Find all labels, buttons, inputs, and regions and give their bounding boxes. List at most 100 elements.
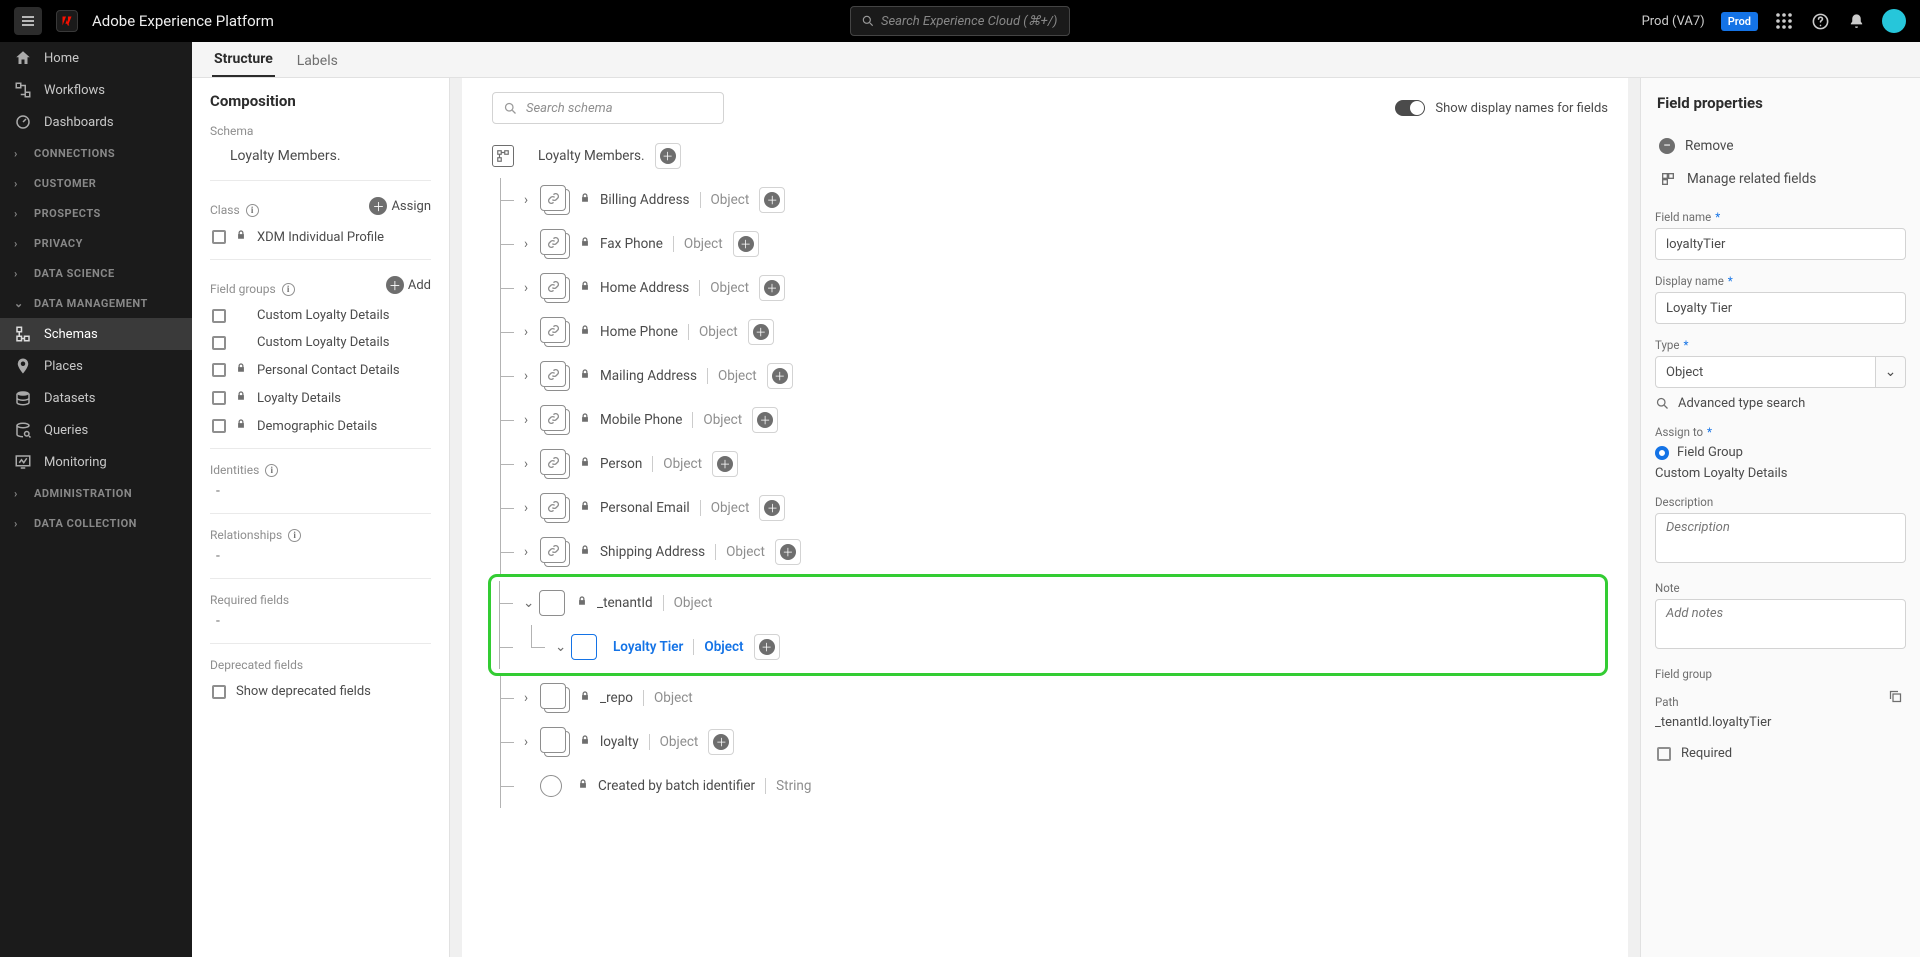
scrollbar[interactable] <box>450 78 462 957</box>
tree-node[interactable]: › Person Object ＋ <box>492 442 1608 486</box>
info-icon[interactable]: i <box>288 529 301 542</box>
chevron-down-icon[interactable]: ⌄ <box>555 639 565 655</box>
chevron-down-icon[interactable]: ⌄ <box>523 595 533 611</box>
class-row[interactable]: XDM Individual Profile <box>210 223 431 251</box>
tree-node-repo[interactable]: › _repo Object <box>492 676 1608 720</box>
tree-node-loyalty-tier[interactable]: ⌄ Loyalty Tier Object ＋ <box>491 625 1603 669</box>
nav-schemas[interactable]: Schemas <box>0 318 192 350</box>
fieldgroup-row[interactable]: Custom Loyalty Details <box>210 329 431 356</box>
tree-node-created[interactable]: Created by batch identifier String <box>492 764 1608 808</box>
nav-group-connections[interactable]: ›CONNECTIONS <box>0 138 192 168</box>
checkbox[interactable] <box>212 419 226 433</box>
chevron-right-icon[interactable]: › <box>524 192 534 208</box>
tree-node[interactable]: › Personal Email Object ＋ <box>492 486 1608 530</box>
field-name-input[interactable] <box>1655 228 1906 260</box>
nav-group-customer[interactable]: ›CUSTOMER <box>0 168 192 198</box>
add-field-button[interactable]: ＋ <box>759 275 785 301</box>
display-names-toggle[interactable] <box>1395 100 1425 116</box>
checkbox[interactable] <box>212 391 226 405</box>
fieldgroup-row[interactable]: Personal Contact Details <box>210 356 431 384</box>
nav-group-data-management[interactable]: ⌄DATA MANAGEMENT <box>0 288 192 318</box>
fieldgroup-row[interactable]: Loyalty Details <box>210 384 431 412</box>
add-field-button[interactable]: ＋ <box>767 363 793 389</box>
tree-node[interactable]: › Shipping Address Object ＋ <box>492 530 1608 574</box>
add-field-button[interactable]: ＋ <box>712 451 738 477</box>
nav-group-data-collection[interactable]: ›DATA COLLECTION <box>0 508 192 538</box>
nav-group-prospects[interactable]: ›PROSPECTS <box>0 198 192 228</box>
nav-places[interactable]: Places <box>0 350 192 382</box>
avatar[interactable] <box>1882 9 1906 33</box>
chevron-right-icon[interactable]: › <box>524 368 534 384</box>
nav-group-datascience[interactable]: ›DATA SCIENCE <box>0 258 192 288</box>
description-input[interactable] <box>1655 513 1906 563</box>
tree-node-loyalty[interactable]: › loyalty Object ＋ <box>492 720 1608 764</box>
add-field-button[interactable]: ＋ <box>754 634 780 660</box>
manage-related-button[interactable]: Manage related fields <box>1655 162 1906 196</box>
chevron-right-icon[interactable]: › <box>524 690 534 706</box>
tree-node-tenant[interactable]: ⌄ _tenantId Object <box>491 581 1603 625</box>
schema-search[interactable]: Search schema <box>492 92 724 124</box>
checkbox[interactable] <box>212 309 226 323</box>
nav-monitoring[interactable]: Monitoring <box>0 446 192 478</box>
required-checkbox-row[interactable]: Required <box>1655 740 1906 767</box>
tree-node[interactable]: › Billing Address Object ＋ <box>492 178 1608 222</box>
nav-queries[interactable]: Queries <box>0 414 192 446</box>
remove-field-button[interactable]: − Remove <box>1655 130 1906 162</box>
checkbox[interactable] <box>212 685 226 699</box>
add-fieldgroup-button[interactable]: ＋Add <box>386 276 431 294</box>
apps-icon[interactable] <box>1774 11 1794 31</box>
add-field-button[interactable]: ＋ <box>708 729 734 755</box>
info-icon[interactable]: i <box>265 464 278 477</box>
checkbox[interactable] <box>212 336 226 350</box>
chevron-right-icon[interactable]: › <box>524 280 534 296</box>
chevron-right-icon[interactable]: › <box>524 236 534 252</box>
tree-node[interactable]: › Mailing Address Object ＋ <box>492 354 1608 398</box>
type-select[interactable]: Object ⌄ <box>1655 356 1906 388</box>
fieldgroup-row[interactable]: Custom Loyalty Details <box>210 302 431 329</box>
scrollbar[interactable] <box>1628 78 1640 957</box>
note-input[interactable] <box>1655 599 1906 649</box>
help-icon[interactable] <box>1810 11 1830 31</box>
add-field-button[interactable]: ＋ <box>655 143 681 169</box>
show-deprecated-row[interactable]: Show deprecated fields <box>210 678 431 705</box>
chevron-right-icon[interactable]: › <box>524 500 534 516</box>
tree-node[interactable]: › Home Address Object ＋ <box>492 266 1608 310</box>
chevron-right-icon[interactable]: › <box>524 734 534 750</box>
checkbox[interactable] <box>212 230 226 244</box>
nav-dashboards[interactable]: Dashboards <box>0 106 192 138</box>
tree-root[interactable]: Loyalty Members. ＋ <box>492 134 1608 178</box>
fieldgroup-row[interactable]: Demographic Details <box>210 412 431 440</box>
chevron-down-icon[interactable]: ⌄ <box>1876 356 1906 388</box>
tree-node[interactable]: › Fax Phone Object ＋ <box>492 222 1608 266</box>
add-field-button[interactable]: ＋ <box>733 231 759 257</box>
nav-home[interactable]: Home <box>0 42 192 74</box>
add-field-button[interactable]: ＋ <box>759 187 785 213</box>
info-icon[interactable]: i <box>246 204 259 217</box>
add-field-button[interactable]: ＋ <box>775 539 801 565</box>
display-name-input[interactable] <box>1655 292 1906 324</box>
bell-icon[interactable] <box>1846 11 1866 31</box>
tab-structure[interactable]: Structure <box>212 43 275 77</box>
chevron-right-icon[interactable]: › <box>524 324 534 340</box>
add-field-button[interactable]: ＋ <box>752 407 778 433</box>
nav-datasets[interactable]: Datasets <box>0 382 192 414</box>
chevron-right-icon[interactable]: › <box>524 412 534 428</box>
info-icon[interactable]: i <box>282 283 295 296</box>
advanced-type-search[interactable]: Advanced type search <box>1655 396 1906 411</box>
menu-toggle[interactable] <box>14 7 42 35</box>
fieldgroup-radio[interactable]: Field Group <box>1655 445 1906 460</box>
tree-node[interactable]: › Mobile Phone Object ＋ <box>492 398 1608 442</box>
global-search[interactable]: Search Experience Cloud (⌘+/) <box>850 6 1070 36</box>
chevron-right-icon[interactable]: › <box>524 456 534 472</box>
add-field-button[interactable]: ＋ <box>748 319 774 345</box>
assign-class-button[interactable]: ＋Assign <box>369 197 431 215</box>
checkbox[interactable] <box>212 363 226 377</box>
nav-group-privacy[interactable]: ›PRIVACY <box>0 228 192 258</box>
nav-workflows[interactable]: Workflows <box>0 74 192 106</box>
tab-labels[interactable]: Labels <box>295 45 340 77</box>
copy-icon[interactable] <box>1888 689 1906 707</box>
add-field-button[interactable]: ＋ <box>759 495 785 521</box>
nav-group-administration[interactable]: ›ADMINISTRATION <box>0 478 192 508</box>
chevron-right-icon[interactable]: › <box>524 544 534 560</box>
tree-node[interactable]: › Home Phone Object ＋ <box>492 310 1608 354</box>
